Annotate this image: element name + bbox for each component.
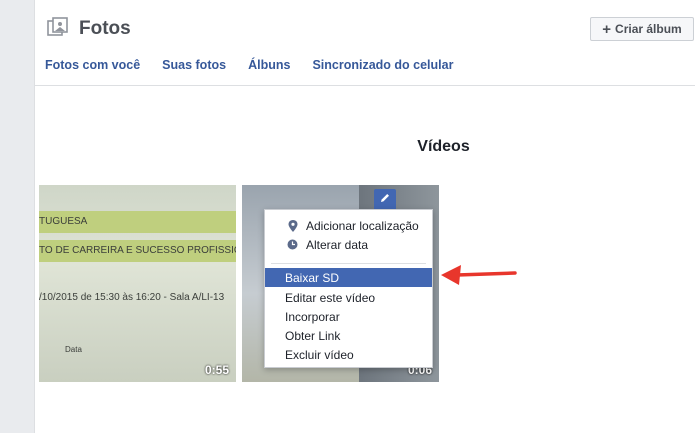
menu-item-download-sd[interactable]: Baixar SD (265, 268, 432, 287)
thumbnail-text: TO DE CARREIRA E SUCESSO PROFISSIONA (39, 245, 236, 256)
video-options-menu: Adicionar localização Alterar data Baixa… (264, 209, 433, 368)
menu-item-delete-video[interactable]: Excluir vídeo (265, 345, 432, 364)
menu-item-label: Adicionar localização (298, 219, 419, 233)
thumbnail-text: TUGUESA (39, 216, 87, 227)
location-pin-icon (287, 220, 298, 231)
video-thumbnail[interactable]: TUGUESA TO DE CARREIRA E SUCESSO PROFISS… (39, 185, 236, 382)
create-album-button[interactable]: + Criar álbum (590, 17, 694, 41)
menu-item-label: Baixar SD (265, 271, 339, 285)
menu-item-label: Excluir vídeo (265, 348, 354, 362)
tab-your-photos[interactable]: Suas fotos (162, 58, 226, 72)
photos-icon (47, 17, 69, 39)
photos-header: Fotos + Criar álbum Fotos com você Suas … (35, 0, 695, 86)
red-arrow-annotation (439, 262, 517, 286)
plus-icon: + (602, 22, 611, 37)
menu-item-add-location[interactable]: Adicionar localização (265, 216, 432, 235)
menu-divider (271, 263, 426, 264)
menu-item-change-date[interactable]: Alterar data (265, 235, 432, 254)
clock-icon (287, 239, 298, 250)
thumbnail-text: /10/2015 de 15:30 às 16:20 - Sala A/LI-1… (39, 292, 224, 303)
thumbnail-text: Data (65, 345, 82, 354)
tab-albums[interactable]: Álbuns (248, 58, 290, 72)
tab-mobile-sync[interactable]: Sincronizado do celular (312, 58, 453, 72)
menu-item-get-link[interactable]: Obter Link (265, 326, 432, 345)
menu-item-embed[interactable]: Incorporar (265, 307, 432, 326)
menu-item-label: Editar este vídeo (265, 291, 375, 305)
photos-tabs: Fotos com você Suas fotos Álbuns Sincron… (45, 58, 475, 72)
menu-item-label: Incorporar (265, 310, 340, 324)
create-album-label: Criar álbum (615, 22, 682, 36)
edit-video-button[interactable] (374, 189, 396, 211)
pencil-icon (379, 191, 391, 209)
menu-item-edit-video[interactable]: Editar este vídeo (265, 288, 432, 307)
video-duration: 0:55 (205, 363, 229, 377)
menu-item-label: Obter Link (265, 329, 340, 343)
page-title: Fotos (79, 18, 131, 40)
tab-photos-of-you[interactable]: Fotos com você (45, 58, 140, 72)
menu-item-label: Alterar data (298, 238, 368, 252)
videos-section-title: Vídeos (35, 138, 695, 156)
